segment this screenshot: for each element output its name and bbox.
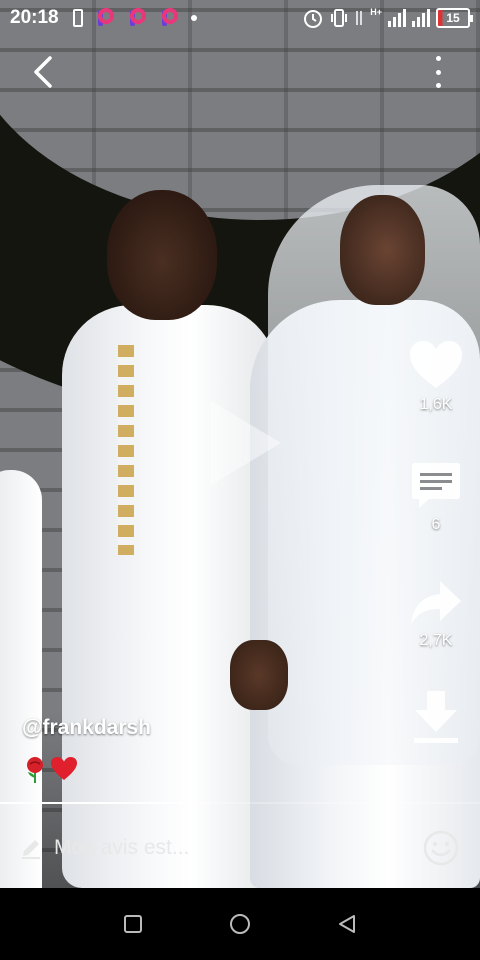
pencil-icon	[22, 840, 40, 859]
comment-action[interactable]: 6	[400, 460, 472, 534]
recents-button[interactable]	[113, 904, 153, 944]
status-time: 20:18	[10, 7, 59, 28]
phone-icon	[72, 9, 83, 27]
caption	[24, 756, 78, 784]
app-notification-icon	[129, 8, 146, 26]
share-arrow-icon[interactable]	[408, 578, 464, 628]
more-dot-icon	[435, 69, 441, 75]
circle-icon	[229, 914, 250, 934]
more-dot-icon	[435, 56, 441, 61]
alarm-icon	[304, 10, 323, 28]
groom-head	[107, 190, 217, 320]
video-progress-bar[interactable]	[0, 802, 480, 804]
comment-input[interactable]: Mon avis est...	[20, 836, 422, 860]
signal-strength-icon	[388, 9, 406, 27]
network-type: H+	[370, 7, 382, 17]
download-icon[interactable]	[410, 688, 462, 746]
signal-strength-icon-2	[412, 9, 430, 27]
rose-emoji	[27, 757, 43, 783]
red-heart-emoji	[51, 757, 77, 780]
groom-embroidery	[118, 345, 134, 555]
square-icon	[124, 915, 143, 933]
notification-icons	[72, 8, 197, 28]
more-dot-icon	[435, 83, 441, 88]
back-button[interactable]	[26, 52, 62, 92]
data-arrows-icon	[356, 11, 362, 25]
system-status-icons: H+ 15	[302, 7, 473, 29]
triangle-back-icon	[338, 915, 355, 933]
like-action[interactable]: 1,6K	[400, 338, 472, 414]
back-nav-button[interactable]	[327, 904, 367, 944]
more-options-button[interactable]	[428, 52, 448, 92]
comment-count: 6	[431, 516, 441, 533]
video-progress-fill	[0, 802, 183, 804]
battery-level: 15	[446, 11, 460, 25]
app-notification-icon	[97, 8, 114, 26]
app-notification-icon	[161, 8, 178, 26]
vibrate-icon	[331, 9, 348, 27]
comment-bubble-icon[interactable]	[409, 460, 463, 512]
share-count: 2,7K	[419, 632, 453, 649]
heart-icon[interactable]	[407, 338, 465, 392]
emoji-button[interactable]	[422, 829, 460, 867]
author-username[interactable]: @frankdarsh	[22, 716, 151, 740]
comment-placeholder: Mon avis est...	[54, 836, 190, 859]
like-count: 1,6K	[419, 396, 453, 413]
bride-head	[340, 195, 425, 305]
download-action[interactable]	[400, 688, 472, 746]
system-navigation-bar	[0, 888, 480, 960]
battery-icon: 15	[436, 8, 473, 28]
share-action[interactable]: 2,7K	[400, 578, 472, 650]
more-notifications-dot	[190, 15, 197, 21]
comment-bar: Mon avis est...	[0, 818, 480, 878]
groom-figure	[62, 305, 277, 888]
play-icon[interactable]	[205, 395, 287, 491]
held-hands	[230, 640, 288, 710]
status-bar: 20:18 H+ 15	[0, 0, 480, 36]
home-button[interactable]	[220, 904, 260, 944]
